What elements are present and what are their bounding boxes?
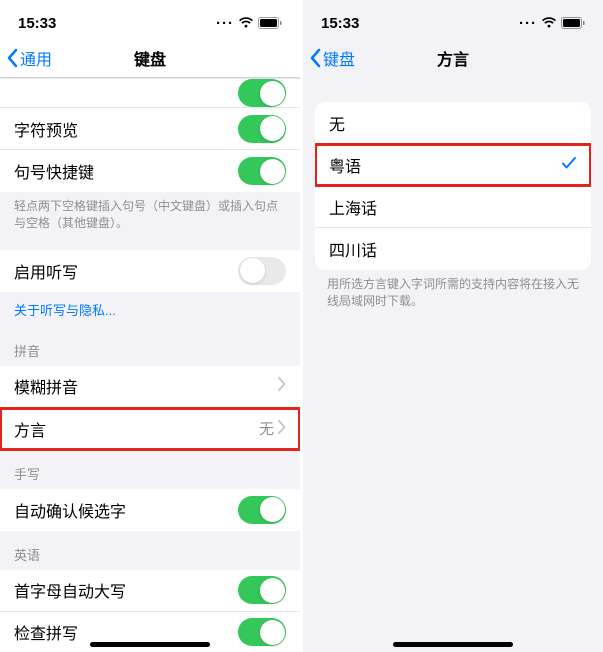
settings-group-dictation: 启用听写 xyxy=(0,250,300,292)
row-dialect[interactable]: 方言 无 xyxy=(0,408,300,450)
battery-icon xyxy=(561,17,585,29)
home-indicator[interactable] xyxy=(90,642,210,647)
row-period-shortcut[interactable]: 句号快捷键 xyxy=(0,150,300,192)
settings-group-english: 首字母自动大写 检查拼写 输入预测 滑行键入时逐词删除 xyxy=(0,570,300,652)
cellular-icon xyxy=(216,15,234,32)
nav-bar: 键盘 方言 xyxy=(303,38,603,78)
checkmark-icon xyxy=(561,155,577,175)
value: 无 xyxy=(259,418,274,439)
right-screen: 15:33 键盘 方言 无 粤语 上海话 四川话 xyxy=(303,0,603,652)
back-label: 通用 xyxy=(20,46,52,70)
option-cantonese[interactable]: 粤语 xyxy=(315,144,591,186)
home-indicator[interactable] xyxy=(393,642,513,647)
label: 自动确认候选字 xyxy=(14,498,238,522)
settings-group-main: 字符预览 句号快捷键 xyxy=(0,78,300,192)
back-button[interactable]: 键盘 xyxy=(303,46,355,70)
label: 无 xyxy=(329,111,577,135)
footer-dialect: 用所选方言键入字词所需的支持内容将在接入无线局域网时下载。 xyxy=(303,270,603,316)
content: 字符预览 句号快捷键 轻点两下空格键插入句号（中文键盘）或插入句点与空格（其他键… xyxy=(0,78,300,652)
status-time: 15:33 xyxy=(18,15,56,32)
row-fuzzy-pinyin[interactable]: 模糊拼音 xyxy=(0,366,300,408)
page-title: 方言 xyxy=(437,46,469,70)
chevron-right-icon xyxy=(278,377,286,395)
page-title: 键盘 xyxy=(134,46,166,70)
chevron-left-icon xyxy=(309,48,321,68)
label: 粤语 xyxy=(329,153,561,177)
back-label: 键盘 xyxy=(323,46,355,70)
row-char-preview[interactable]: 字符预览 xyxy=(0,108,300,150)
label: 模糊拼音 xyxy=(14,374,278,398)
toggle[interactable] xyxy=(238,115,286,143)
section-english: 英语 xyxy=(0,531,300,570)
label: 字符预览 xyxy=(14,117,238,141)
row-auto-cap[interactable]: 首字母自动大写 xyxy=(0,570,300,612)
toggle[interactable] xyxy=(238,79,286,107)
option-none[interactable]: 无 xyxy=(315,102,591,144)
option-sichuanese[interactable]: 四川话 xyxy=(315,228,591,270)
label: 上海话 xyxy=(329,195,577,219)
label: 首字母自动大写 xyxy=(14,578,238,602)
wifi-icon xyxy=(541,17,557,29)
section-handwriting: 手写 xyxy=(0,450,300,489)
status-icons xyxy=(216,15,282,32)
battery-icon xyxy=(258,17,282,29)
settings-group-handwriting: 自动确认候选字 xyxy=(0,489,300,531)
left-screen: 15:33 通用 键盘 字符预览 句号快捷键 xyxy=(0,0,300,652)
settings-group-pinyin: 模糊拼音 方言 无 xyxy=(0,366,300,450)
status-icons xyxy=(519,15,585,32)
label: 检查拼写 xyxy=(14,620,238,644)
status-time: 15:33 xyxy=(321,15,359,32)
label: 方言 xyxy=(14,417,259,441)
label: 启用听写 xyxy=(14,259,238,283)
section-pinyin: 拼音 xyxy=(0,327,300,366)
wifi-icon xyxy=(238,17,254,29)
status-bar: 15:33 xyxy=(303,0,603,38)
cellular-icon xyxy=(519,15,537,32)
toggle[interactable] xyxy=(238,157,286,185)
toggle[interactable] xyxy=(238,618,286,646)
toggle[interactable] xyxy=(238,257,286,285)
nav-bar: 通用 键盘 xyxy=(0,38,300,78)
toggle[interactable] xyxy=(238,496,286,524)
status-bar: 15:33 xyxy=(0,0,300,38)
row-enable-dictation[interactable]: 启用听写 xyxy=(0,250,300,292)
footer-period: 轻点两下空格键插入句号（中文键盘）或插入句点与空格（其他键盘）。 xyxy=(0,192,300,238)
dialect-options: 无 粤语 上海话 四川话 xyxy=(315,102,591,270)
label: 句号快捷键 xyxy=(14,159,238,183)
row-auto-confirm[interactable]: 自动确认候选字 xyxy=(0,489,300,531)
row-truncated-top[interactable] xyxy=(0,78,300,108)
chevron-right-icon xyxy=(278,420,286,438)
option-shanghainese[interactable]: 上海话 xyxy=(315,186,591,228)
back-button[interactable]: 通用 xyxy=(0,46,52,70)
chevron-left-icon xyxy=(6,48,18,68)
dictation-privacy-link[interactable]: 关于听写与隐私... xyxy=(0,292,300,327)
label: 四川话 xyxy=(329,237,577,261)
content: 无 粤语 上海话 四川话 用所选方言键入字词所需的支持内容将在接入无线局域网时下… xyxy=(303,78,603,652)
toggle[interactable] xyxy=(238,576,286,604)
